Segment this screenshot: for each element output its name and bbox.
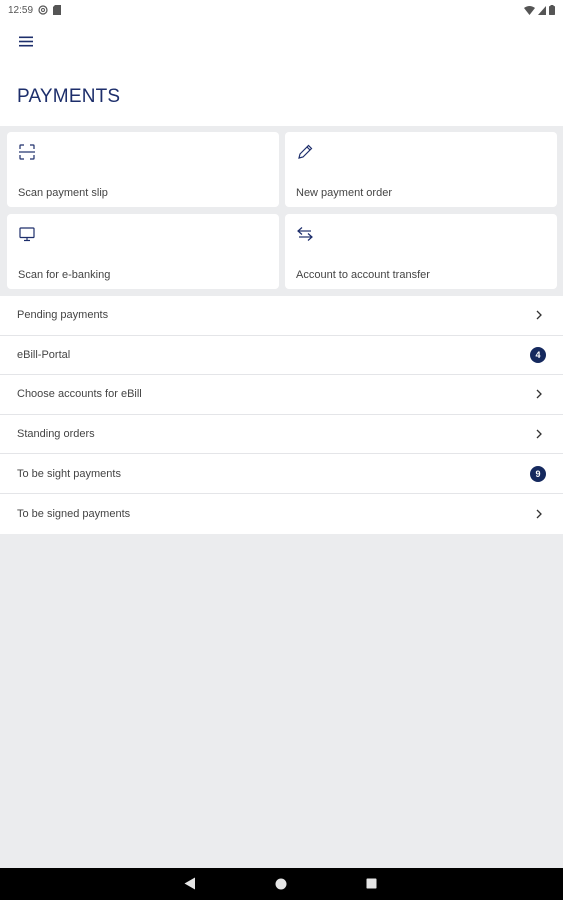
scan-icon <box>18 143 36 161</box>
at-icon <box>38 5 48 15</box>
home-circle-icon[interactable] <box>275 878 287 890</box>
tile-label: New payment order <box>296 187 392 199</box>
quick-action-tiles: Scan payment slip New payment order Scan… <box>0 126 563 296</box>
pencil-icon <box>296 143 314 161</box>
list-item-label: eBill-Portal <box>17 348 71 361</box>
list-item-label: Pending payments <box>17 309 109 322</box>
list-item-to-be-sight-payments[interactable]: To be sight payments 9 <box>0 454 563 494</box>
list-item-standing-orders[interactable]: Standing orders <box>0 415 563 455</box>
list-item-label: Standing orders <box>17 428 95 441</box>
system-navigation-bar <box>0 868 563 900</box>
list-item-label: To be sight payments <box>17 467 121 480</box>
scan-payment-slip-tile[interactable]: Scan payment slip <box>7 132 279 207</box>
status-bar: 12:59 <box>0 0 563 20</box>
hamburger-menu-icon[interactable] <box>14 32 38 50</box>
list-item-to-be-signed-payments[interactable]: To be signed payments <box>0 494 563 534</box>
app-header: PAYMENTS <box>0 20 563 126</box>
list-item-label: Choose accounts for eBill <box>17 388 142 401</box>
recents-square-icon[interactable] <box>366 878 377 889</box>
wifi-icon <box>524 5 535 15</box>
signal-icon <box>538 5 546 15</box>
list-item-ebill-portal[interactable]: eBill-Portal 4 <box>0 336 563 376</box>
list-item-label: To be signed payments <box>17 507 131 520</box>
payments-menu-list: Pending payments eBill-Portal 4 Choose a… <box>0 296 563 534</box>
tile-label: Scan payment slip <box>18 187 108 199</box>
back-triangle-icon[interactable] <box>184 877 196 890</box>
sd-card-icon <box>53 5 62 15</box>
transfer-arrows-icon <box>296 225 314 243</box>
count-badge: 4 <box>530 346 546 363</box>
new-payment-order-tile[interactable]: New payment order <box>285 132 557 207</box>
page-title: PAYMENTS <box>17 86 121 107</box>
chevron-right-icon <box>532 427 546 441</box>
status-time: 12:59 <box>8 4 34 16</box>
scan-for-e-banking-tile[interactable]: Scan for e-banking <box>7 214 279 289</box>
count-badge: 9 <box>530 465 546 482</box>
list-item-pending-payments[interactable]: Pending payments <box>0 296 563 336</box>
list-item-choose-accounts-for-ebill[interactable]: Choose accounts for eBill <box>0 375 563 415</box>
tile-label: Scan for e-banking <box>18 269 111 281</box>
monitor-icon <box>18 225 36 243</box>
chevron-right-icon <box>532 507 546 521</box>
chevron-right-icon <box>532 308 546 322</box>
account-to-account-transfer-tile[interactable]: Account to account transfer <box>285 214 557 289</box>
tile-label: Account to account transfer <box>296 269 430 281</box>
battery-icon <box>549 5 555 15</box>
chevron-right-icon <box>532 387 546 401</box>
